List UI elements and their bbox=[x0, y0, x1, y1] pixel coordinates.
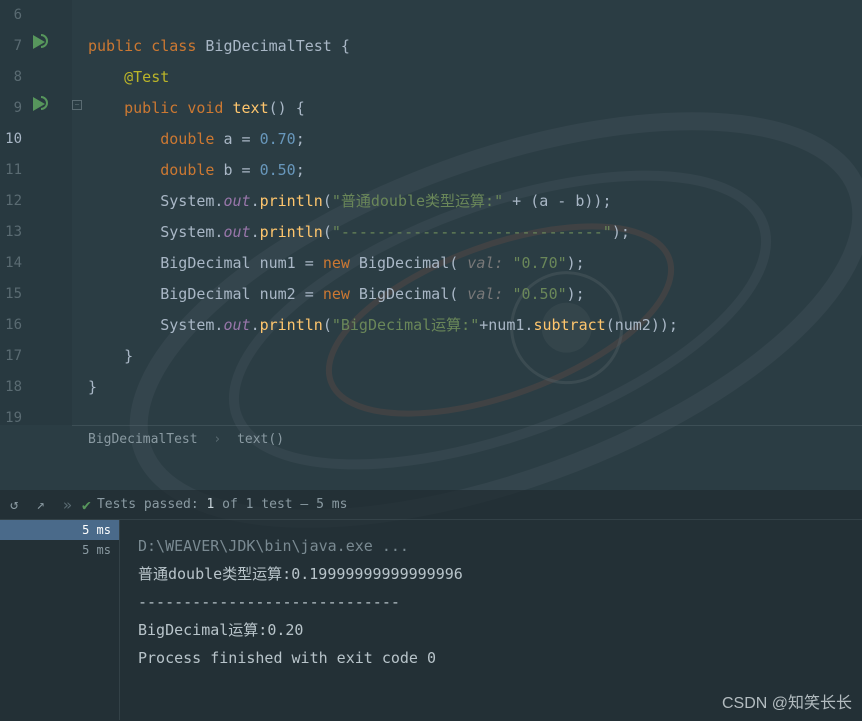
linenum: 12 bbox=[0, 186, 24, 217]
linenum: 19 bbox=[0, 403, 24, 434]
chevron-right-icon: › bbox=[213, 432, 221, 447]
linenum: 13 bbox=[0, 217, 24, 248]
breadcrumb-method[interactable]: text() bbox=[237, 432, 284, 447]
linenum: 11 bbox=[0, 155, 24, 186]
test-tree[interactable]: 5 ms 5 ms bbox=[0, 520, 120, 720]
code-line bbox=[88, 403, 678, 434]
code-line: double b = 0.50; bbox=[88, 155, 678, 186]
code-line: } bbox=[88, 341, 678, 372]
breadcrumb-class[interactable]: BigDecimalTest bbox=[88, 432, 198, 447]
console-line: D:\WEAVER\JDK\bin\java.exe ... bbox=[138, 532, 844, 560]
test-toolbar: ↺ ↗ » ✔ Tests passed: 1 of 1 test – 5 ms bbox=[0, 490, 862, 520]
line-numbers: 6 7 8 9 10 11 12 13 14 15 16 17 18 19 bbox=[0, 0, 24, 434]
code-line: BigDecimal num1 = new BigDecimal( val: "… bbox=[88, 248, 678, 279]
linenum: 17 bbox=[0, 341, 24, 372]
run-class-icon[interactable] bbox=[30, 33, 48, 56]
linenum: 6 bbox=[0, 0, 24, 31]
console-line: 普通double类型运算:0.19999999999999996 bbox=[138, 560, 844, 588]
code-line: double a = 0.70; bbox=[88, 124, 678, 155]
history-icon[interactable]: ↺ bbox=[10, 497, 18, 513]
gutter: 6 7 8 9 10 11 12 13 14 15 16 17 18 19 bbox=[0, 0, 72, 425]
code-line: System.out.println("--------------------… bbox=[88, 217, 678, 248]
code-line: System.out.println("BigDecimal运算:"+num1.… bbox=[88, 310, 678, 341]
linenum: 16 bbox=[0, 310, 24, 341]
code-line: @Test bbox=[88, 62, 678, 93]
linenum: 15 bbox=[0, 279, 24, 310]
code-line: public void text() { bbox=[88, 93, 678, 124]
test-status: Tests passed: 1 of 1 test – 5 ms bbox=[97, 497, 347, 512]
console-line: Process finished with exit code 0 bbox=[138, 644, 844, 672]
watermark: CSDN @知笑长长 bbox=[722, 689, 852, 713]
linenum: 8 bbox=[0, 62, 24, 93]
fold-column: − bbox=[72, 0, 84, 425]
chevrons-icon: » bbox=[63, 496, 72, 514]
linenum: 9 bbox=[0, 93, 24, 124]
code-line: } bbox=[88, 372, 678, 403]
test-panel: ↺ ↗ » ✔ Tests passed: 1 of 1 test – 5 ms… bbox=[0, 490, 862, 721]
run-test-icon[interactable] bbox=[30, 95, 48, 118]
breadcrumb[interactable]: BigDecimalTest › text() bbox=[88, 432, 284, 447]
code-line: BigDecimal num2 = new BigDecimal( val: "… bbox=[88, 279, 678, 310]
code-editor[interactable]: public class BigDecimalTest { @Test publ… bbox=[88, 0, 678, 434]
test-tree-item[interactable]: 5 ms bbox=[0, 540, 119, 560]
code-line: System.out.println("普通double类型运算:" + (a … bbox=[88, 186, 678, 217]
code-line bbox=[88, 0, 678, 31]
console-line: ----------------------------- bbox=[138, 588, 844, 616]
code-line: public class BigDecimalTest { bbox=[88, 31, 678, 62]
linenum: 7 bbox=[0, 31, 24, 62]
fold-handle-icon[interactable]: − bbox=[72, 100, 82, 110]
check-icon: ✔ bbox=[82, 496, 91, 514]
expand-icon[interactable]: ↗ bbox=[36, 497, 44, 513]
linenum: 14 bbox=[0, 248, 24, 279]
linenum: 18 bbox=[0, 372, 24, 403]
linenum-active: 10 bbox=[0, 124, 24, 155]
test-tree-item[interactable]: 5 ms bbox=[0, 520, 119, 540]
console-line: BigDecimal运算:0.20 bbox=[138, 616, 844, 644]
